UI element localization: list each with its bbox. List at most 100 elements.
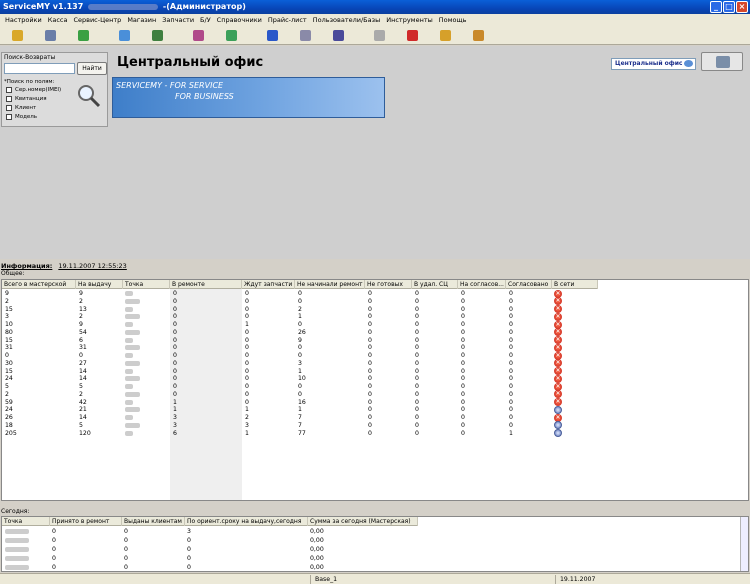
menu-item[interactable]: Б/У bbox=[197, 16, 214, 24]
table-cell: 0 bbox=[245, 313, 249, 321]
table-cell: 0 bbox=[509, 359, 513, 367]
table-cell: 0 bbox=[245, 383, 249, 390]
table-cell: 6 bbox=[79, 336, 83, 344]
option-receipt[interactable]: Квитанция bbox=[6, 96, 47, 102]
menu-item[interactable]: Запчасти bbox=[159, 16, 197, 24]
book-icon[interactable] bbox=[193, 29, 204, 41]
toolbar bbox=[0, 26, 750, 45]
option-model[interactable]: Модель bbox=[6, 114, 37, 120]
table-cell: 1 bbox=[298, 313, 302, 321]
column-header[interactable]: Не готовых bbox=[365, 280, 412, 289]
status-bar: Base_1 19.11.2007 bbox=[0, 573, 750, 584]
column-header[interactable]: В удал. СЦ bbox=[412, 280, 458, 289]
online-icon bbox=[554, 429, 562, 437]
table-cell: 3 bbox=[173, 414, 177, 421]
exit-icon bbox=[716, 56, 730, 68]
column-header[interactable]: Принято в ремонт bbox=[50, 517, 122, 526]
office-selector[interactable]: Центральный офис bbox=[611, 58, 696, 70]
find-button[interactable]: Найти bbox=[77, 62, 107, 75]
column-header[interactable]: В сети bbox=[552, 280, 598, 289]
menu-item[interactable]: Справочники bbox=[214, 16, 265, 24]
heart-icon[interactable] bbox=[407, 29, 418, 41]
table-cell: 0 bbox=[461, 398, 465, 406]
search-input[interactable] bbox=[4, 63, 75, 74]
column-header[interactable]: Не начинали ремонт bbox=[295, 280, 365, 289]
banner-line-1: SERVICEMY - FOR SERVICE bbox=[116, 81, 224, 90]
table-cell: 2 bbox=[5, 297, 9, 305]
column-header[interactable]: По ориент.сроку на выдачу,сегодня bbox=[185, 517, 308, 526]
table-cell: 0 bbox=[415, 344, 419, 352]
person-icon[interactable] bbox=[152, 29, 163, 41]
exit-button[interactable] bbox=[701, 52, 743, 71]
menu-item[interactable]: Помощь bbox=[436, 16, 470, 24]
table-cell: 0 bbox=[509, 328, 513, 336]
table-cell: 3 bbox=[245, 421, 249, 429]
today-table-header: Точка Принято в ремонт Выданы клиентам По о… bbox=[2, 517, 418, 526]
tools-icon[interactable] bbox=[45, 29, 56, 41]
menu-item[interactable]: Настройки bbox=[2, 16, 45, 24]
report-icon[interactable] bbox=[473, 29, 484, 41]
table-cell: 0 bbox=[461, 352, 465, 359]
close-button[interactable]: × bbox=[736, 1, 748, 13]
column-header[interactable]: На согласов... bbox=[458, 280, 506, 289]
redacted-point bbox=[125, 368, 133, 374]
home-icon[interactable] bbox=[78, 29, 89, 41]
offline-icon: ✕ bbox=[554, 374, 562, 383]
menu-item[interactable]: Сервис-Центр bbox=[70, 16, 124, 24]
table-cell: 3 bbox=[187, 528, 191, 535]
list-icon[interactable] bbox=[333, 29, 344, 41]
table-cell: 0 bbox=[368, 344, 372, 352]
column-header[interactable]: Всего в мастерской bbox=[2, 280, 76, 289]
redacted-point bbox=[5, 565, 29, 570]
cart-icon[interactable] bbox=[267, 29, 278, 41]
table-cell: 18 bbox=[5, 421, 13, 429]
minimize-button[interactable]: _ bbox=[710, 1, 722, 13]
vertical-scrollbar[interactable] bbox=[740, 517, 748, 571]
table-cell: 0 bbox=[461, 414, 465, 421]
table-cell: 7 bbox=[298, 421, 302, 429]
menu-item[interactable]: Пользователи/Базы bbox=[310, 16, 383, 24]
table-cell: 120 bbox=[79, 429, 91, 437]
table-cell: 2 bbox=[79, 313, 83, 321]
option-client[interactable]: Клиент bbox=[6, 105, 36, 111]
maximize-button[interactable]: □ bbox=[723, 1, 735, 13]
offline-icon: ✕ bbox=[554, 312, 562, 321]
window-title-suffix: -(Администратор) bbox=[162, 2, 246, 11]
redacted-point bbox=[125, 353, 133, 358]
menu-item[interactable]: Инструменты bbox=[383, 16, 436, 24]
redacted-point bbox=[125, 399, 133, 405]
general-label: Общее: bbox=[1, 270, 25, 277]
table-cell: 0 bbox=[298, 297, 302, 305]
gear-icon[interactable] bbox=[300, 29, 311, 41]
checkbox[interactable] bbox=[6, 114, 12, 120]
menu-item[interactable]: Касса bbox=[45, 16, 71, 24]
column-header[interactable]: Ждут запчасти bbox=[242, 280, 295, 289]
checkbox[interactable] bbox=[6, 96, 12, 102]
menu-item[interactable]: Прайс-лист bbox=[265, 16, 310, 24]
column-header[interactable]: В ремонте bbox=[170, 280, 242, 289]
table-cell: 3 bbox=[173, 421, 177, 429]
table-cell: 0 bbox=[173, 367, 177, 375]
menu-item[interactable]: Магазин bbox=[124, 16, 159, 24]
column-header[interactable]: Выданы клиентам bbox=[122, 517, 185, 526]
redacted-point bbox=[125, 298, 140, 304]
checkbox[interactable] bbox=[6, 87, 12, 93]
option-imei[interactable]: Сер.номер(IMEI) bbox=[6, 87, 61, 93]
table-cell: 1 bbox=[245, 321, 249, 328]
refresh-icon[interactable] bbox=[226, 29, 237, 41]
table-cell: 0 bbox=[509, 344, 513, 352]
checkbox[interactable] bbox=[6, 105, 12, 111]
column-header[interactable]: Точка bbox=[2, 517, 50, 526]
alarm-icon[interactable] bbox=[440, 29, 451, 41]
new-doc-icon[interactable] bbox=[12, 29, 23, 41]
column-header[interactable]: Согласовано bbox=[506, 280, 552, 289]
table-cell: 0 bbox=[509, 398, 513, 406]
table-cell: 0 bbox=[124, 555, 128, 562]
column-header[interactable]: На выдачу bbox=[76, 280, 123, 289]
column-header[interactable]: Точка bbox=[123, 280, 170, 289]
table-cell: 0 bbox=[298, 390, 302, 398]
column-header[interactable]: Сумма за сегодня (Мастерская) bbox=[308, 517, 418, 526]
page-icon[interactable] bbox=[374, 29, 385, 41]
today-label: Сегодня: bbox=[1, 508, 30, 515]
calendar-icon[interactable] bbox=[119, 29, 130, 41]
